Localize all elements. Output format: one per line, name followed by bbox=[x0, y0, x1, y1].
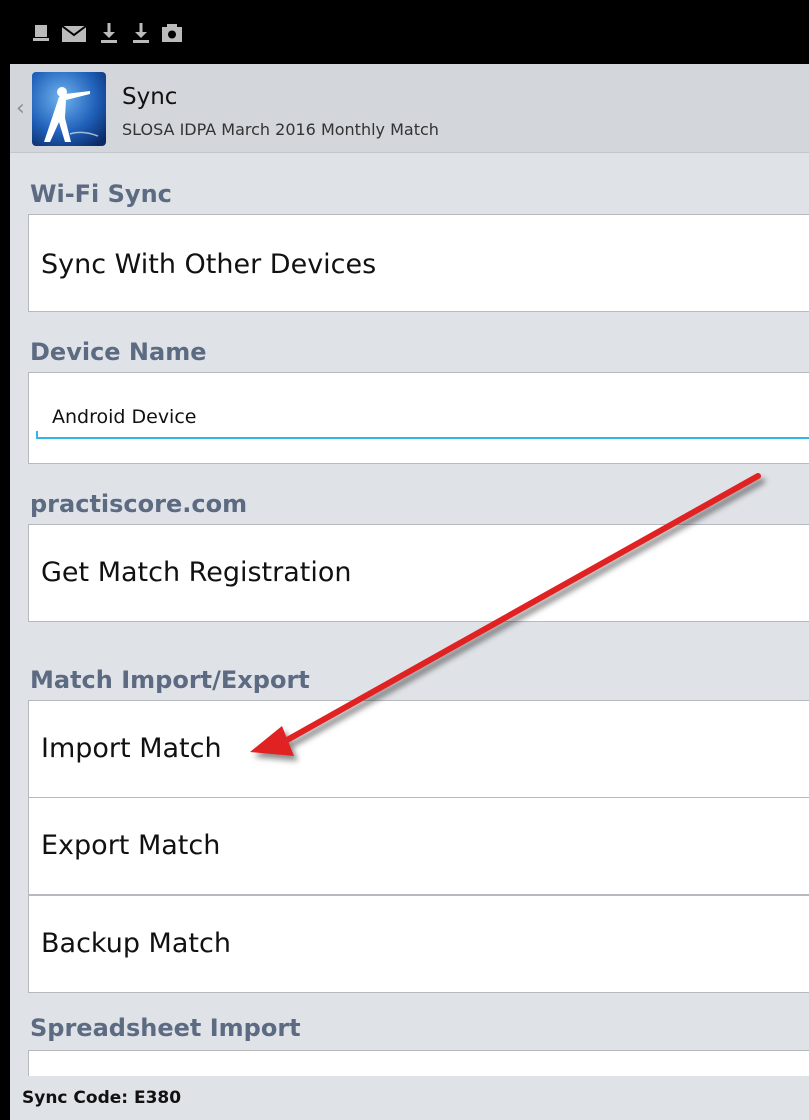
import-match-label: Import Match bbox=[41, 733, 222, 764]
download-icon bbox=[101, 23, 117, 43]
section-header-spreadsheet-import: Spreadsheet Import bbox=[30, 1014, 301, 1042]
device-name-value: Android Device bbox=[52, 406, 197, 428]
get-match-registration-button[interactable]: Get Match Registration bbox=[28, 524, 809, 622]
camera-icon bbox=[162, 24, 182, 42]
sync-with-other-devices-label: Sync With Other Devices bbox=[41, 249, 377, 280]
back-caret-icon[interactable]: ‹ bbox=[16, 98, 25, 120]
footer-bar: Sync Code: E380 bbox=[10, 1076, 809, 1120]
device-name-field[interactable]: Android Device bbox=[34, 405, 809, 439]
export-match-label: Export Match bbox=[41, 830, 221, 861]
mail-icon bbox=[61, 25, 87, 42]
page-subtitle: SLOSA IDPA March 2016 Monthly Match bbox=[122, 120, 439, 139]
section-header-match-import-export: Match Import/Export bbox=[30, 666, 310, 694]
backup-match-button[interactable]: Backup Match bbox=[28, 895, 809, 993]
sync-code-label: Sync Code: E380 bbox=[22, 1088, 182, 1108]
action-bar: ‹ Sync SLOSA IDPA March 2016 Monthly Mat… bbox=[10, 64, 809, 153]
shooter-logo-icon[interactable] bbox=[32, 72, 106, 146]
section-header-practiscore: practiscore.com bbox=[30, 490, 248, 518]
sync-with-other-devices-button[interactable]: Sync With Other Devices bbox=[28, 214, 809, 312]
app-window: ‹ Sync SLOSA IDPA March 2016 Monthly Mat… bbox=[10, 0, 809, 1120]
get-match-registration-label: Get Match Registration bbox=[41, 557, 352, 588]
notification-icon bbox=[33, 25, 49, 41]
section-header-device-name: Device Name bbox=[30, 338, 207, 366]
import-match-button[interactable]: Import Match bbox=[28, 700, 809, 798]
section-header-wifi-sync: Wi-Fi Sync bbox=[30, 180, 172, 208]
status-bar bbox=[10, 0, 809, 64]
page-title: Sync bbox=[122, 84, 178, 110]
backup-match-label: Backup Match bbox=[41, 928, 231, 959]
field-underline bbox=[36, 437, 809, 439]
export-match-button[interactable]: Export Match bbox=[28, 797, 809, 895]
download-icon bbox=[133, 23, 149, 43]
